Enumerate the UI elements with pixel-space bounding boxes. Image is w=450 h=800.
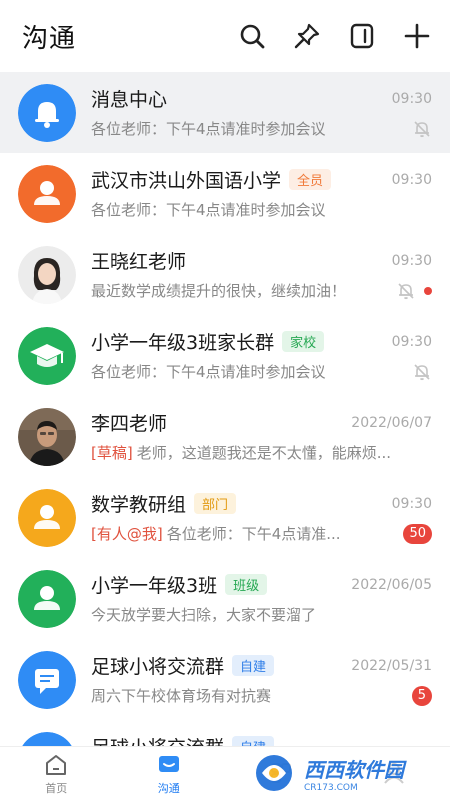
tab-home-label: 首页 (45, 781, 68, 795)
conversation-preview: 最近数学成绩提升的很快，继续加油！ (91, 280, 388, 301)
notebook-icon[interactable] (347, 21, 377, 51)
watermark-icon (256, 755, 292, 791)
conversation-preview: 周六下午校体育场有对抗赛 (91, 685, 404, 706)
plus-icon[interactable] (402, 21, 432, 51)
conversation-item[interactable]: 足球小将交流群 自建 2022/05/31 周六下午校体育场有对抗赛 5 (0, 639, 450, 720)
conversation-name: 消息中心 (91, 89, 168, 111)
conversation-prefix: [草稿] (91, 444, 133, 462)
mute-icon (412, 362, 432, 382)
watermark-sub: CR173.COM (304, 782, 358, 793)
conversation-item[interactable]: 小学一年级3班 班级 2022/06/05 今天放学要大扫除，大家不要溜了 (0, 558, 450, 639)
home-icon (46, 754, 67, 775)
conversation-preview-text: 各位老师：下午4点请准时参加会议 (91, 201, 326, 219)
avatar (18, 488, 76, 547)
conversation-preview: [有人@我] 各位老师：下午4点请准... (91, 523, 395, 544)
message-icon (158, 755, 179, 772)
conversation-preview: [草稿] 老师，这道题我还是不太懂，能麻烦... (91, 442, 424, 463)
conversation-preview-text: 今天放学要大扫除，大家不要溜了 (91, 606, 317, 624)
conversation-item[interactable]: 足球小将交流群 自建 (0, 720, 450, 746)
conversation-item[interactable]: 李四老师 2022/06/07 [草稿] 老师，这道题我还是不太懂，能麻烦... (0, 396, 450, 477)
conversation-name: 王晓红老师 (91, 251, 187, 273)
avatar (18, 407, 76, 466)
conversation-item[interactable]: 消息中心 09:30 各位老师：下午4点请准时参加会议 (0, 72, 450, 153)
tab-messages-label: 沟通 (157, 781, 180, 795)
conversation-time: 09:30 (391, 495, 432, 512)
avatar (18, 245, 76, 304)
conversation-tag: 全员 (289, 169, 332, 190)
pin-icon[interactable] (292, 21, 322, 51)
avatar (18, 326, 76, 385)
conversation-name: 足球小将交流群 (91, 656, 225, 678)
conversation-preview-text: 最近数学成绩提升的很快，继续加油！ (91, 282, 347, 300)
mute-icon (396, 281, 416, 301)
conversation-name: 李四老师 (91, 413, 168, 435)
conversation-preview: 今天放学要大扫除，大家不要溜了 (91, 604, 424, 625)
unread-badge: 5 (411, 685, 432, 706)
conversation-list: 消息中心 09:30 各位老师：下午4点请准时参加会议 武汉市洪山外国语小学 全… (0, 72, 450, 746)
avatar (18, 569, 76, 628)
conversation-name: 小学一年级3班 (91, 575, 218, 597)
conversation-name: 武汉市洪山外国语小学 (91, 170, 282, 192)
conversation-time: 2022/06/07 (351, 414, 432, 431)
mute-icon (412, 119, 432, 139)
conversation-tag: 班级 (225, 574, 268, 595)
header: 沟通 (0, 0, 450, 72)
conversation-time: 09:30 (391, 333, 432, 350)
conversation-time: 2022/05/31 (351, 657, 432, 674)
conversation-preview-text: 老师，这道题我还是不太懂，能麻烦... (136, 444, 392, 462)
conversation-tag: 自建 (232, 736, 275, 746)
conversation-preview: 各位老师：下午4点请准时参加会议 (91, 361, 404, 382)
avatar (18, 650, 76, 709)
avatar (18, 83, 76, 142)
conversation-item[interactable]: 王晓红老师 09:30 最近数学成绩提升的很快，继续加油！ (0, 234, 450, 315)
tab-home[interactable]: 首页 (0, 747, 113, 800)
conversation-tag: 部门 (194, 493, 237, 514)
conversation-tag: 自建 (232, 655, 275, 676)
unread-dot (424, 286, 432, 295)
conversation-item[interactable]: 数学教研组 部门 09:30 [有人@我] 各位老师：下午4点请准... 50 (0, 477, 450, 558)
conversation-preview-text: 各位老师：下午4点请准... (166, 525, 341, 543)
watermark-logo: 西西软件园 CR173.COM (252, 752, 442, 794)
conversation-time: 2022/06/05 (351, 576, 432, 593)
tab-messages[interactable]: 沟通 (113, 747, 226, 800)
conversation-preview-text: 各位老师：下午4点请准时参加会议 (91, 363, 326, 381)
unread-badge: 50 (403, 523, 432, 544)
watermark-text: 西西软件园 (304, 757, 404, 782)
page-title: 沟通 (22, 23, 77, 54)
conversation-item[interactable]: 武汉市洪山外国语小学 全员 09:30 各位老师：下午4点请准时参加会议 (0, 153, 450, 234)
conversation-name: 小学一年级3班家长群 (91, 332, 275, 354)
conversation-name: 足球小将交流群 (91, 733, 224, 746)
conversation-preview-text: 周六下午校体育场有对抗赛 (91, 687, 272, 705)
conversation-preview-text: 各位老师：下午4点请准时参加会议 (91, 120, 326, 138)
search-icon[interactable] (237, 21, 267, 51)
conversation-tag: 家校 (282, 331, 325, 352)
avatar (18, 164, 76, 223)
conversation-time: 09:30 (391, 90, 432, 107)
conversation-prefix: [有人@我] (91, 525, 163, 543)
conversation-time: 09:30 (391, 252, 432, 269)
conversation-preview: 各位老师：下午4点请准时参加会议 (91, 118, 404, 139)
avatar (18, 731, 76, 746)
conversation-item[interactable]: 小学一年级3班家长群 家校 09:30 各位老师：下午4点请准时参加会议 (0, 315, 450, 396)
conversation-preview: 各位老师：下午4点请准时参加会议 (91, 199, 424, 220)
conversation-name: 数学教研组 (91, 494, 187, 516)
conversation-time: 09:30 (391, 171, 432, 188)
